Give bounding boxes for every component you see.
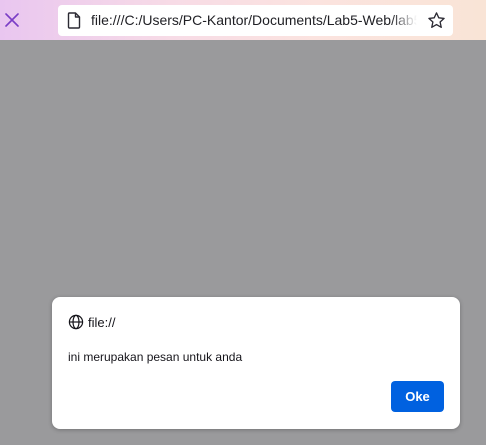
- star-icon[interactable]: [427, 11, 446, 30]
- ok-button[interactable]: Oke: [391, 381, 444, 412]
- alert-dialog: file:// ini merupakan pesan untuk anda O…: [52, 297, 460, 429]
- dialog-origin-text: file://: [88, 314, 116, 330]
- page-icon: [67, 12, 81, 29]
- dialog-origin: file://: [68, 314, 115, 330]
- browser-toolbar: file:///C:/Users/PC-Kantor/Documents/Lab…: [0, 0, 486, 40]
- close-button[interactable]: [0, 6, 24, 34]
- dialog-message: ini merupakan pesan untuk anda: [68, 350, 243, 364]
- globe-icon: [68, 314, 84, 330]
- url-text[interactable]: file:///C:/Users/PC-Kantor/Documents/Lab…: [91, 5, 417, 36]
- url-bar[interactable]: file:///C:/Users/PC-Kantor/Documents/Lab…: [58, 5, 453, 36]
- close-icon: [5, 13, 19, 27]
